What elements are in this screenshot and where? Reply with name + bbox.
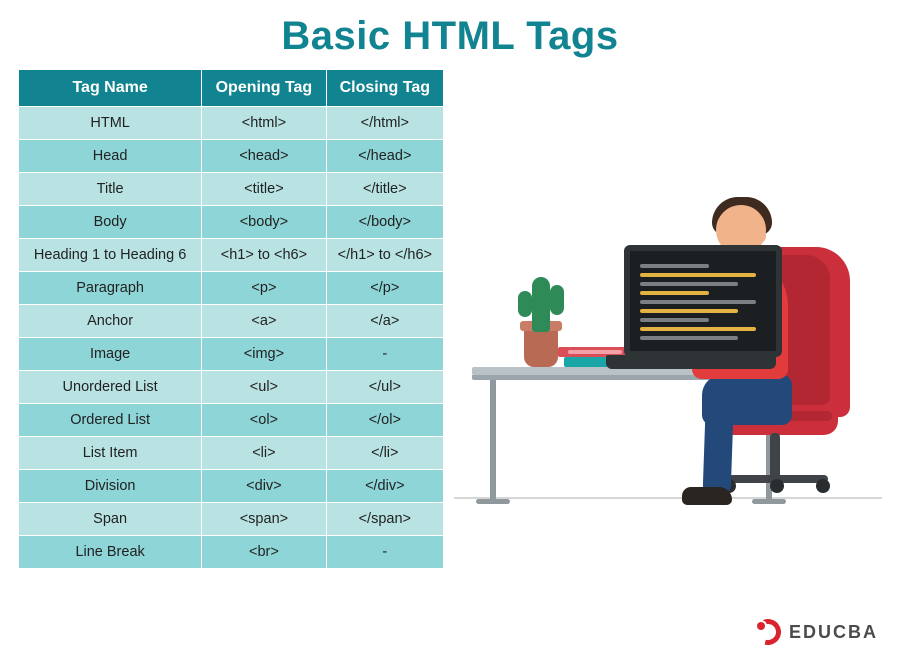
cell-opening-tag: <p> xyxy=(202,272,326,305)
table-row: Anchor<a></a> xyxy=(19,305,444,338)
chair-stem-icon xyxy=(770,433,780,479)
page-title: Basic HTML Tags xyxy=(0,0,900,69)
cell-closing-tag: </ul> xyxy=(326,371,443,404)
cell-tag-name: HTML xyxy=(19,107,202,140)
chair-wheel-icon xyxy=(816,479,830,493)
cell-tag-name: Heading 1 to Heading 6 xyxy=(19,239,202,272)
brand-logo: EDUCBA xyxy=(755,619,878,645)
cell-opening-tag: <html> xyxy=(202,107,326,140)
table-row: List Item<li></li> xyxy=(19,437,444,470)
cell-closing-tag: </body> xyxy=(326,206,443,239)
brand-name: EDUCBA xyxy=(789,622,878,643)
laptop-base-icon xyxy=(606,355,776,369)
table-row: Unordered List<ul></ul> xyxy=(19,371,444,404)
cell-tag-name: Ordered List xyxy=(19,404,202,437)
cell-closing-tag: </html> xyxy=(326,107,443,140)
plant-pot-icon xyxy=(524,327,558,367)
cell-tag-name: Anchor xyxy=(19,305,202,338)
cell-opening-tag: <head> xyxy=(202,140,326,173)
table-row: Line Break<br>- xyxy=(19,536,444,569)
desk-foot-icon xyxy=(752,499,786,504)
cell-closing-tag: </h1> to </h6> xyxy=(326,239,443,272)
cell-opening-tag: <body> xyxy=(202,206,326,239)
cell-closing-tag: - xyxy=(326,536,443,569)
cell-closing-tag: </head> xyxy=(326,140,443,173)
table-header-row: Tag Name Opening Tag Closing Tag xyxy=(19,70,444,107)
cell-tag-name: Body xyxy=(19,206,202,239)
cell-tag-name: Paragraph xyxy=(19,272,202,305)
cell-tag-name: Unordered List xyxy=(19,371,202,404)
chair-wheel-icon xyxy=(770,479,784,493)
desk-leg-icon xyxy=(490,380,496,500)
col-opening-tag: Opening Tag xyxy=(202,70,326,107)
floor-line xyxy=(454,497,882,499)
table-row: Span<span></span> xyxy=(19,503,444,536)
cactus-icon xyxy=(532,277,550,332)
cell-closing-tag: </li> xyxy=(326,437,443,470)
table-row: HTML<html></html> xyxy=(19,107,444,140)
cell-tag-name: Division xyxy=(19,470,202,503)
cell-opening-tag: <li> xyxy=(202,437,326,470)
cell-opening-tag: <ol> xyxy=(202,404,326,437)
cell-tag-name: Head xyxy=(19,140,202,173)
cell-opening-tag: <h1> to <h6> xyxy=(202,239,326,272)
content-area: Tag Name Opening Tag Closing Tag HTML<ht… xyxy=(0,69,900,589)
person-shoe-icon xyxy=(682,487,732,505)
cell-opening-tag: <div> xyxy=(202,470,326,503)
cell-opening-tag: <title> xyxy=(202,173,326,206)
cell-opening-tag: <img> xyxy=(202,338,326,371)
cell-opening-tag: <span> xyxy=(202,503,326,536)
table-row: Title<title></title> xyxy=(19,173,444,206)
cell-closing-tag: </p> xyxy=(326,272,443,305)
cell-tag-name: Line Break xyxy=(19,536,202,569)
table-row: Paragraph<p></p> xyxy=(19,272,444,305)
html-tags-table: Tag Name Opening Tag Closing Tag HTML<ht… xyxy=(18,69,444,569)
table-row: Image<img>- xyxy=(19,338,444,371)
table-row: Body<body></body> xyxy=(19,206,444,239)
cell-tag-name: Title xyxy=(19,173,202,206)
cell-tag-name: Span xyxy=(19,503,202,536)
cell-closing-tag: </div> xyxy=(326,470,443,503)
cell-tag-name: Image xyxy=(19,338,202,371)
person-shin-icon xyxy=(703,413,734,496)
cell-closing-tag: </ol> xyxy=(326,404,443,437)
cell-opening-tag: <a> xyxy=(202,305,326,338)
laptop-screen-icon xyxy=(624,245,782,357)
cell-closing-tag: </title> xyxy=(326,173,443,206)
col-tag-name: Tag Name xyxy=(19,70,202,107)
table-row: Ordered List<ol></ol> xyxy=(19,404,444,437)
cell-closing-tag: - xyxy=(326,338,443,371)
cell-tag-name: List Item xyxy=(19,437,202,470)
table-row: Division<div></div> xyxy=(19,470,444,503)
table-row: Head<head></head> xyxy=(19,140,444,173)
desk-foot-icon xyxy=(476,499,510,504)
educba-logo-icon xyxy=(755,619,781,645)
developer-illustration xyxy=(454,69,882,589)
person-ear-icon xyxy=(754,229,766,243)
cell-closing-tag: </a> xyxy=(326,305,443,338)
cell-closing-tag: </span> xyxy=(326,503,443,536)
col-closing-tag: Closing Tag xyxy=(326,70,443,107)
cell-opening-tag: <br> xyxy=(202,536,326,569)
table-row: Heading 1 to Heading 6<h1> to <h6></h1> … xyxy=(19,239,444,272)
cell-opening-tag: <ul> xyxy=(202,371,326,404)
